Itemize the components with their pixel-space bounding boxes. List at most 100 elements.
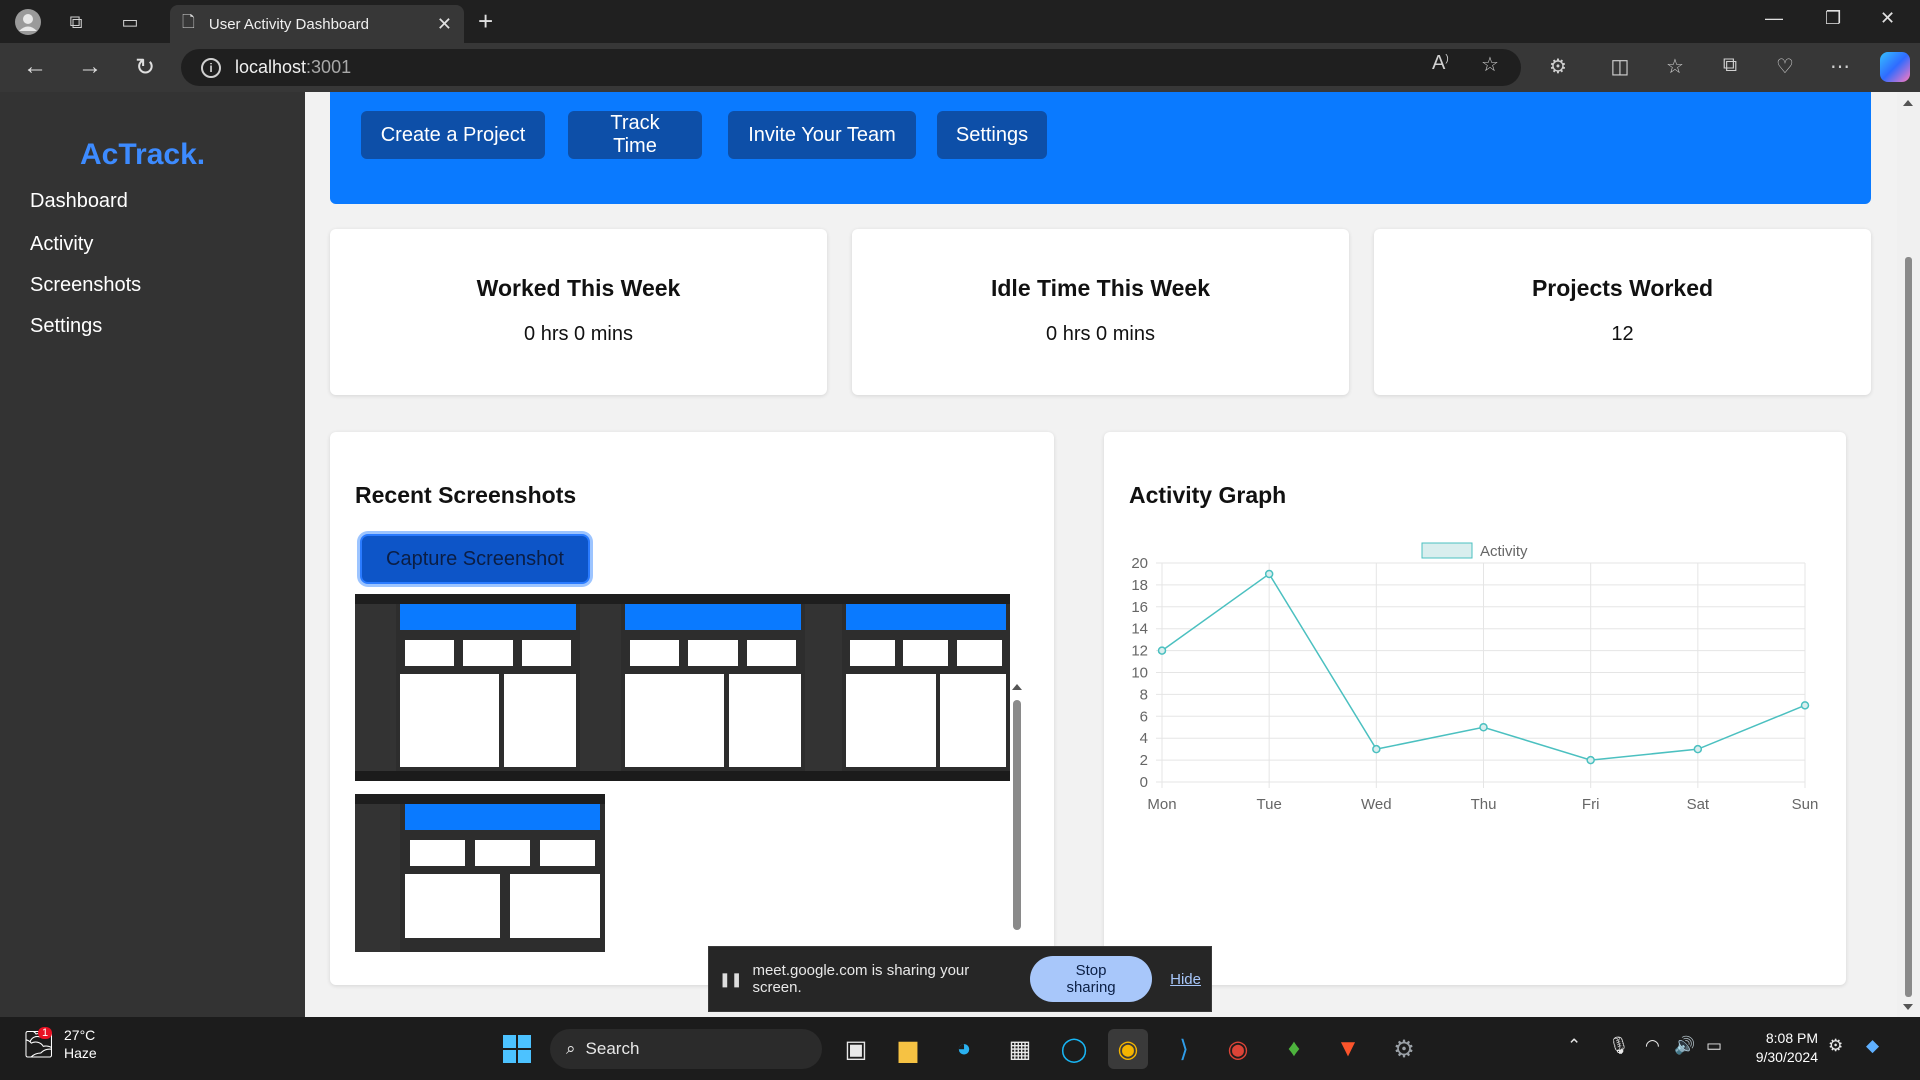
- read-aloud-icon[interactable]: A): [1432, 52, 1449, 75]
- section-title: Recent Screenshots: [355, 482, 577, 508]
- invite-team-button[interactable]: Invite Your Team: [728, 111, 916, 159]
- sharing-message: meet.google.com is sharing your screen.: [752, 962, 970, 996]
- capture-screenshot-button[interactable]: Capture Screenshot: [360, 534, 590, 584]
- screenshot-thumbnail[interactable]: [355, 594, 580, 781]
- stat-value: 12: [1611, 323, 1634, 345]
- copilot-taskbar-icon[interactable]: ◆: [1866, 1036, 1879, 1056]
- more-menu-icon[interactable]: ⋯: [1825, 54, 1855, 79]
- notifications-icon[interactable]: ⚙: [1828, 1036, 1843, 1056]
- y-tick-label: 10: [1131, 665, 1148, 682]
- refresh-icon[interactable]: ↻: [130, 53, 160, 82]
- stat-card-projects: Projects Worked 12: [1374, 229, 1871, 395]
- clock-date: 9/30/2024: [1755, 1049, 1818, 1065]
- screen-sharing-bar: ❚❚ meet.google.com is sharing your scree…: [708, 946, 1212, 1012]
- edge-icon[interactable]: ◕: [944, 1029, 984, 1069]
- weather-condition: Haze: [64, 1045, 97, 1061]
- x-tick-label: Wed: [1361, 796, 1392, 813]
- screenshot-thumbnail[interactable]: [580, 594, 805, 781]
- y-tick-label: 8: [1140, 686, 1148, 703]
- hide-link[interactable]: Hide: [1170, 971, 1201, 988]
- browser-essentials-icon[interactable]: ♡: [1770, 54, 1800, 79]
- mongodb-icon[interactable]: ♦: [1274, 1029, 1314, 1069]
- data-point: [1800, 701, 1810, 710]
- screenshot-thumbnail[interactable]: [355, 794, 605, 952]
- battery-icon[interactable]: ▭: [1706, 1036, 1722, 1056]
- back-icon[interactable]: ←: [20, 53, 50, 81]
- sidebar-item-screenshots[interactable]: Screenshots: [30, 274, 141, 297]
- clock-time: 8:08 PM: [1765, 1030, 1818, 1046]
- system-clock[interactable]: 8:08 PM 9/30/2024: [1740, 1029, 1818, 1067]
- vscode-icon[interactable]: ⟩: [1164, 1029, 1204, 1069]
- sidebar-item-activity[interactable]: Activity: [30, 233, 93, 256]
- chrome-icon[interactable]: ◉: [1108, 1029, 1148, 1069]
- screenshot-thumbnail[interactable]: [805, 594, 1010, 781]
- taskbar-search[interactable]: ⌕ Search: [550, 1029, 822, 1069]
- restore-icon[interactable]: ❐: [1825, 8, 1841, 29]
- settings-app-icon[interactable]: ⚙: [1384, 1029, 1424, 1069]
- stop-sharing-button[interactable]: Stop sharing: [1029, 956, 1153, 1002]
- y-tick-label: 0: [1140, 774, 1148, 791]
- recent-screenshots-card: Recent Screenshots Capture Screenshot: [330, 432, 1054, 985]
- microphone-icon[interactable]: 🎙: [1608, 1036, 1630, 1056]
- activity-line-chart: 0 2 4 6 8 10 12 14 16 18 20 Mon Tue Wed Thu Fri Sat Sun Ac…: [1131, 542, 1818, 813]
- y-tick-label: 6: [1140, 708, 1148, 725]
- stat-title: Projects Worked: [1531, 275, 1714, 301]
- tab-active[interactable]: 🗋 User Activity Dashboard ✕: [170, 5, 464, 43]
- page-viewport: AcTrack. Dashboard Activity Screenshots …: [0, 92, 1920, 1017]
- data-point: [1479, 723, 1488, 732]
- favorite-star-icon[interactable]: ☆: [1481, 52, 1499, 77]
- track-time-button[interactable]: Track Time: [568, 111, 702, 159]
- x-tick-label: Thu: [1471, 796, 1497, 813]
- new-tab-icon[interactable]: +: [478, 6, 493, 37]
- y-tick-label: 12: [1131, 643, 1148, 660]
- site-info-icon[interactable]: i: [201, 57, 221, 78]
- extensions-icon[interactable]: ⚙: [1543, 54, 1573, 79]
- vertical-tabs-icon[interactable]: ▭: [116, 8, 144, 36]
- pause-icon[interactable]: ❚❚: [719, 971, 742, 988]
- y-tick-label: 18: [1131, 577, 1148, 594]
- sidebar-item-settings[interactable]: Settings: [30, 315, 102, 338]
- address-bar[interactable]: i localhost:3001: [181, 49, 1521, 86]
- temperature: 27°C: [64, 1027, 96, 1043]
- data-point: [1264, 569, 1274, 579]
- y-tick-label: 14: [1131, 621, 1148, 638]
- app-logo: AcTrack.: [80, 138, 206, 171]
- windows-taskbar: 🌫 1 27°C Haze ⌕ Search ▣ ▆ ◕ ▦ ◯ ◉ ⟩ ◉ ♦…: [0, 1017, 1920, 1080]
- alexa-icon[interactable]: ◯: [1054, 1029, 1094, 1069]
- legend-label: Activity: [1480, 543, 1528, 560]
- screenshot-gallery[interactable]: [355, 594, 1010, 952]
- minimize-icon[interactable]: —: [1765, 8, 1783, 29]
- show-hidden-icons[interactable]: ⌃: [1567, 1036, 1581, 1056]
- data-point: [1372, 744, 1381, 754]
- brave-icon[interactable]: ▼: [1328, 1029, 1368, 1069]
- page-scrollbar[interactable]: [1897, 92, 1920, 1017]
- close-tab-icon[interactable]: ✕: [437, 14, 452, 35]
- volume-icon[interactable]: 🔊: [1674, 1036, 1695, 1056]
- y-tick-label: 16: [1131, 599, 1148, 616]
- task-view-icon[interactable]: ▣: [836, 1029, 876, 1069]
- workspaces-icon[interactable]: ⧉: [62, 8, 90, 36]
- forward-icon[interactable]: →: [75, 53, 105, 81]
- x-tick-label: Tue: [1257, 796, 1282, 813]
- sidebar-item-dashboard[interactable]: Dashboard: [30, 190, 128, 213]
- sidebar: AcTrack. Dashboard Activity Screenshots …: [0, 92, 305, 1017]
- start-icon[interactable]: [497, 1029, 537, 1069]
- collections-icon[interactable]: ⧉: [1715, 54, 1745, 77]
- chrome-profile-icon[interactable]: ◉: [1218, 1029, 1258, 1069]
- x-tick-label: Mon: [1147, 796, 1176, 813]
- browser-tab-bar: ⧉ ▭ 🗋 User Activity Dashboard ✕ + — ❐ ✕: [0, 0, 1920, 43]
- split-screen-icon[interactable]: ◫: [1605, 54, 1635, 79]
- store-icon[interactable]: ▦: [1000, 1029, 1040, 1069]
- profile-icon[interactable]: [14, 8, 42, 36]
- wifi-icon[interactable]: ◠: [1645, 1036, 1660, 1056]
- file-explorer-icon[interactable]: ▆: [888, 1029, 928, 1069]
- close-window-icon[interactable]: ✕: [1880, 8, 1895, 29]
- copilot-icon[interactable]: [1880, 52, 1910, 82]
- tab-title: User Activity Dashboard: [208, 15, 369, 33]
- favorites-icon[interactable]: ☆: [1660, 54, 1690, 79]
- x-tick-label: Sat: [1687, 796, 1710, 813]
- create-project-button[interactable]: Create a Project: [361, 111, 545, 159]
- settings-button[interactable]: Settings: [937, 111, 1047, 159]
- data-point: [1693, 744, 1703, 754]
- search-icon: ⌕: [566, 1039, 576, 1058]
